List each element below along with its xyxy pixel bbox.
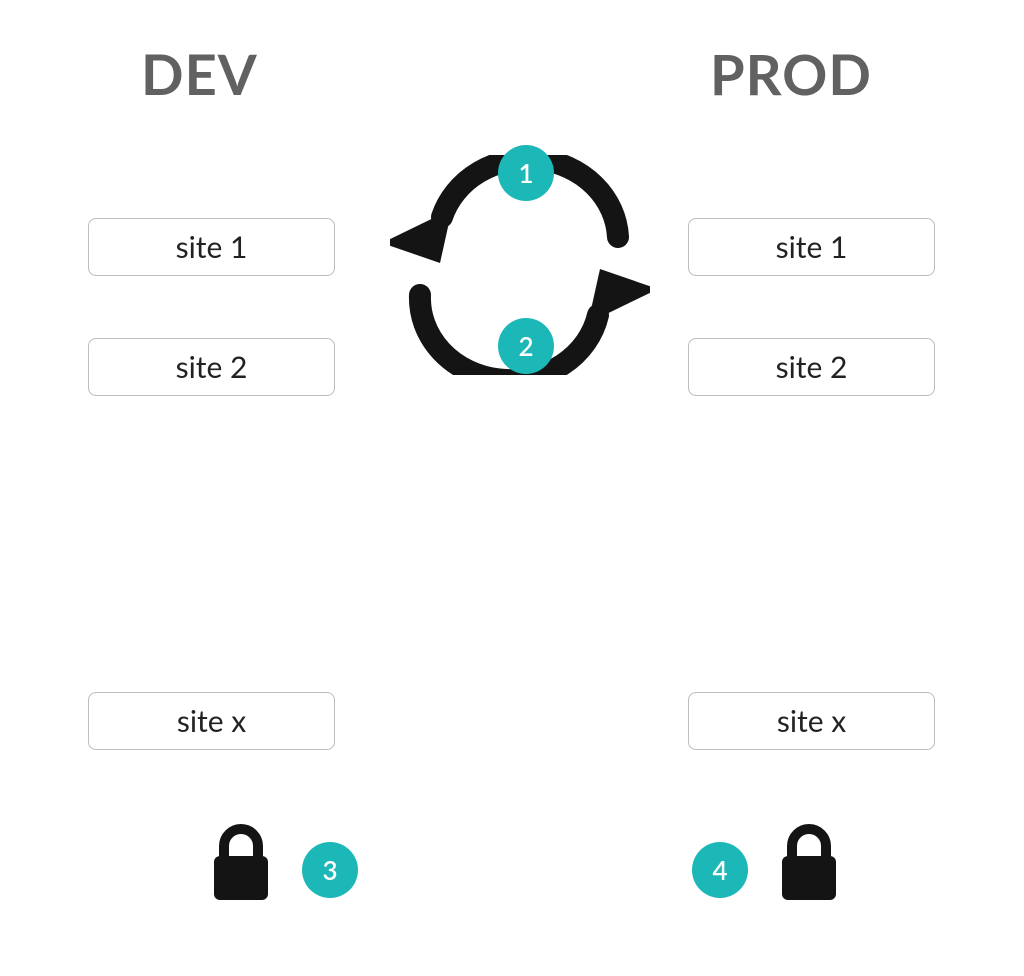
step-badge-4: 4 <box>692 842 748 898</box>
heading-dev: DEV <box>141 40 258 107</box>
prod-site-2-box: site 2 <box>688 338 935 396</box>
prod-site-1-box: site 1 <box>688 218 935 276</box>
step-badge-1: 1 <box>498 145 554 201</box>
dev-site-2-box: site 2 <box>88 338 335 396</box>
dev-site-x-label: site x <box>177 703 246 739</box>
lock-icon <box>210 822 272 902</box>
lock-icon <box>778 822 840 902</box>
dev-site-2-label: site 2 <box>176 349 248 385</box>
prod-site-x-label: site x <box>777 703 846 739</box>
dev-site-x-box: site x <box>88 692 335 750</box>
prod-site-1-label: site 1 <box>776 229 848 265</box>
dev-site-1-label: site 1 <box>176 229 248 265</box>
step-badge-3: 3 <box>302 842 358 898</box>
prod-site-2-label: site 2 <box>776 349 848 385</box>
step-badge-2: 2 <box>498 318 554 374</box>
dev-site-1-box: site 1 <box>88 218 335 276</box>
prod-site-x-box: site x <box>688 692 935 750</box>
heading-prod: PROD <box>710 40 872 107</box>
